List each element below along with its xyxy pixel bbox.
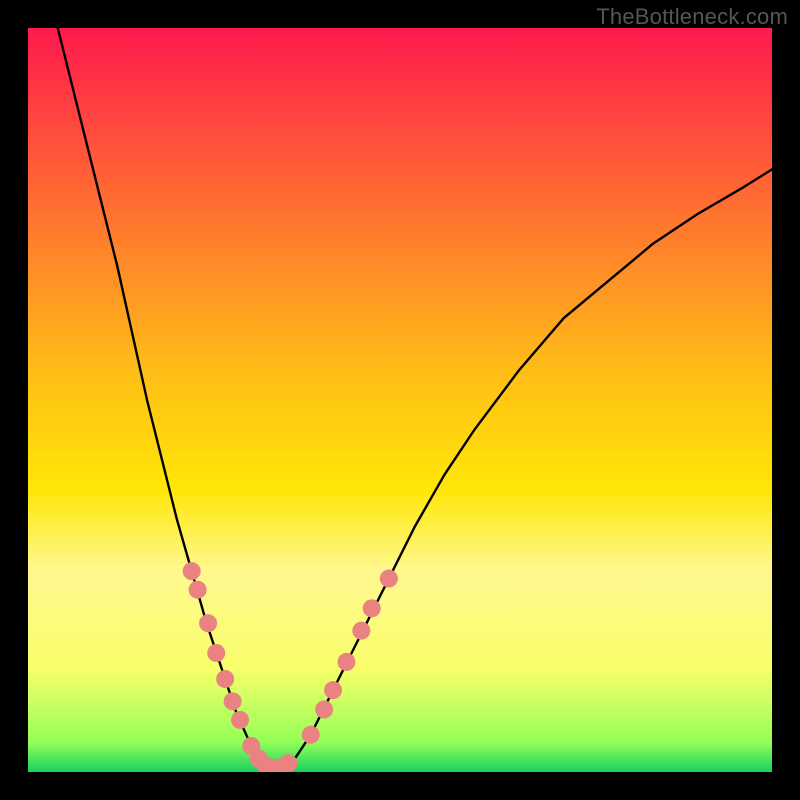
scatter-dot — [224, 692, 242, 710]
scatter-dot — [324, 681, 342, 699]
scatter-dot — [231, 711, 249, 729]
scatter-dot — [279, 754, 297, 772]
scatter-dot — [207, 644, 225, 662]
scatter-dot — [216, 670, 234, 688]
scatter-dot — [352, 622, 370, 640]
scatter-dot — [315, 701, 333, 719]
scatter-dot — [363, 599, 381, 617]
scatter-dot — [199, 614, 217, 632]
watermark-text: TheBottleneck.com — [596, 4, 788, 30]
scatter-dot — [189, 581, 207, 599]
chart-frame: TheBottleneck.com — [0, 0, 800, 800]
scatter-dot — [183, 562, 201, 580]
scatter-dot — [380, 570, 398, 588]
scatter-dot — [337, 653, 355, 671]
chart-plot — [28, 28, 772, 772]
scatter-dot — [302, 726, 320, 744]
gradient-background — [28, 28, 772, 772]
